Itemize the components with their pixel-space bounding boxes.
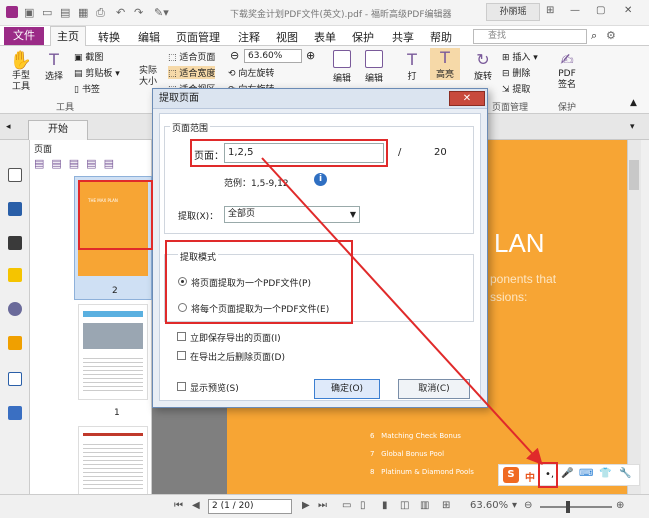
app-window: ▣ ▭ ▤ ▦ ⎙ ↶ ↷ ✎▾ 下载奖金计划PDF文件(英文).pdf - 福… xyxy=(0,0,649,518)
annotation-arrow-line xyxy=(261,157,543,465)
annotation-arrow xyxy=(261,157,543,465)
